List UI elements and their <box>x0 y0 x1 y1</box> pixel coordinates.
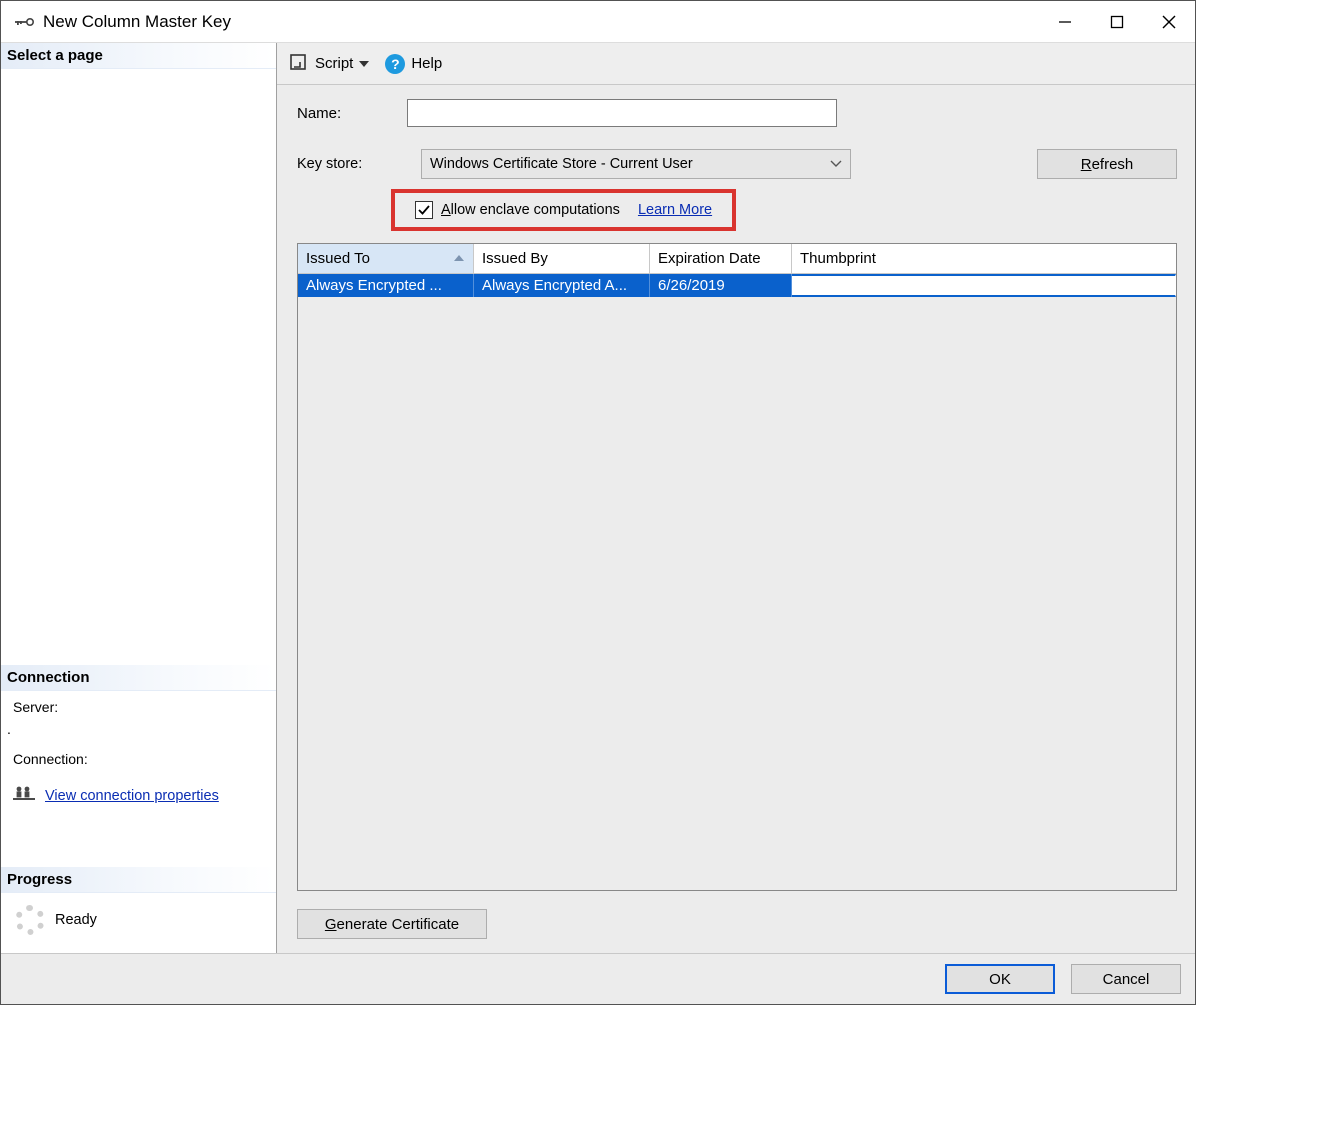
learn-more-link[interactable]: Learn More <box>638 202 712 218</box>
connection-header: Connection <box>1 665 276 691</box>
page-list <box>1 69 276 665</box>
minimize-button[interactable] <box>1039 1 1091 43</box>
cell-issued-by: Always Encrypted A... <box>474 274 650 297</box>
col-thumbprint[interactable]: Thumbprint <box>792 244 1176 274</box>
cell-issued-to: Always Encrypted ... <box>298 274 474 297</box>
allow-enclave-checkbox[interactable] <box>415 201 433 219</box>
help-button[interactable]: ? Help <box>381 52 446 76</box>
chevron-down-icon <box>359 55 369 72</box>
progress-status: Ready <box>55 912 97 928</box>
connection-label: Connection: <box>13 751 270 767</box>
name-input[interactable] <box>407 99 837 127</box>
keystore-label: Key store: <box>297 156 407 172</box>
chevron-down-icon <box>830 156 842 172</box>
progress-header: Progress <box>1 867 276 893</box>
close-button[interactable] <box>1143 1 1195 43</box>
key-icon <box>15 15 35 29</box>
script-dropdown[interactable]: Script <box>285 51 373 77</box>
refresh-button[interactable]: Refresh <box>1037 149 1177 179</box>
connection-props-icon <box>13 785 35 807</box>
allow-enclave-label: Allow enclave computations <box>441 202 620 218</box>
window-controls <box>1039 1 1195 43</box>
keystore-value: Windows Certificate Store - Current User <box>430 156 693 172</box>
maximize-button[interactable] <box>1091 1 1143 43</box>
script-icon <box>289 53 309 75</box>
grid-header: Issued To Issued By Expiration Date Thum… <box>298 244 1176 274</box>
sort-asc-icon <box>453 250 465 267</box>
cancel-button[interactable]: Cancel <box>1071 964 1181 994</box>
name-label: Name: <box>297 105 407 122</box>
toolbar: Script ? Help <box>277 43 1195 85</box>
dialog-footer: OK Cancel <box>1 953 1195 1004</box>
allow-enclave-highlight: Allow enclave computations Learn More <box>391 189 736 231</box>
titlebar: New Column Master Key <box>1 1 1195 43</box>
select-page-header: Select a page <box>1 43 276 69</box>
main-panel: Script ? Help Name: Key store: <box>277 43 1195 953</box>
certificate-grid[interactable]: Issued To Issued By Expiration Date Thum… <box>297 243 1177 891</box>
progress-spinner-icon <box>15 905 45 935</box>
sidebar: Select a page Connection Server: . Conne… <box>1 43 277 953</box>
window-title: New Column Master Key <box>43 12 231 32</box>
ok-button[interactable]: OK <box>945 964 1055 994</box>
generate-certificate-button[interactable]: Generate Certificate <box>297 909 487 939</box>
grid-row[interactable]: Always Encrypted ... Always Encrypted A.… <box>298 274 1176 297</box>
cell-expiration: 6/26/2019 <box>650 274 792 297</box>
col-issued-by[interactable]: Issued By <box>474 244 650 274</box>
server-label: Server: <box>13 699 270 715</box>
keystore-select[interactable]: Windows Certificate Store - Current User <box>421 149 851 179</box>
script-label: Script <box>315 55 353 72</box>
connection-section: Server: . Connection: <box>1 691 276 781</box>
help-icon: ? <box>385 54 405 74</box>
server-value: . <box>7 721 270 737</box>
cell-thumbprint <box>792 274 1176 297</box>
col-expiration[interactable]: Expiration Date <box>650 244 792 274</box>
col-issued-to[interactable]: Issued To <box>298 244 474 274</box>
dialog-window: New Column Master Key Select a page Conn… <box>0 0 1196 1005</box>
help-label: Help <box>411 55 442 72</box>
progress-row: Ready <box>1 893 276 953</box>
view-connection-properties-link[interactable]: View connection properties <box>45 788 219 804</box>
